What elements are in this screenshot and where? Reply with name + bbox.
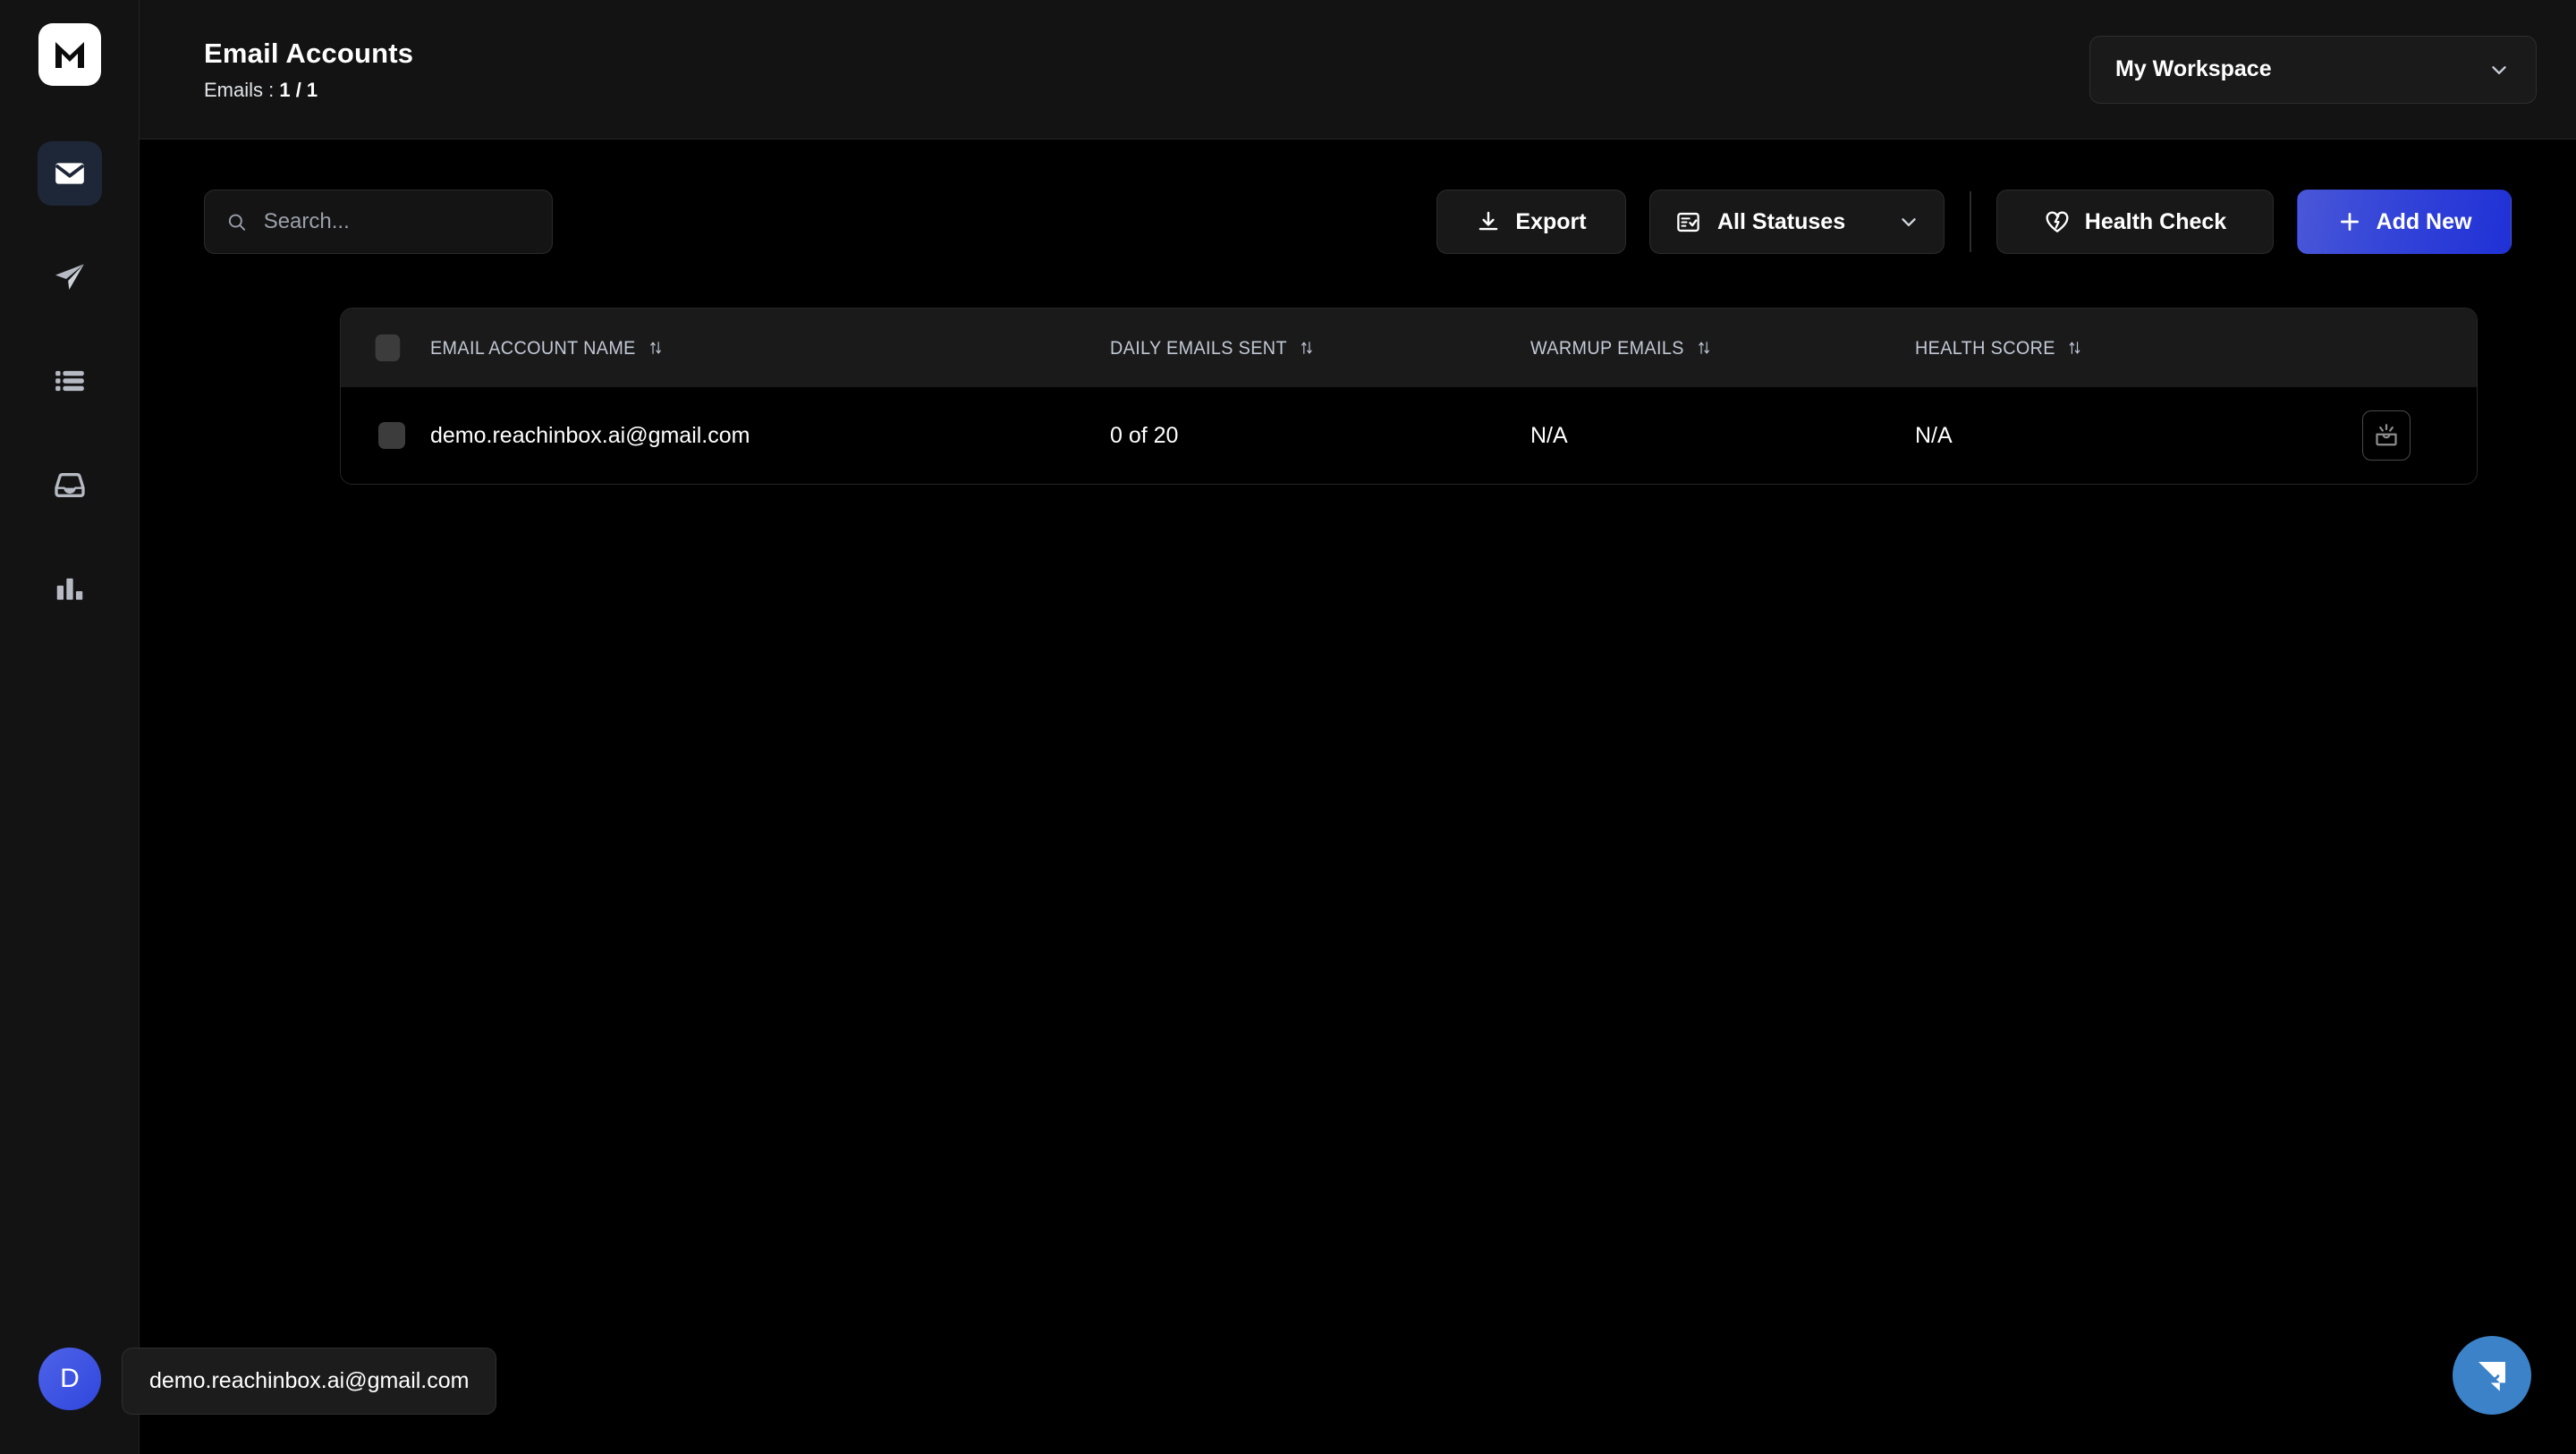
sort-arrows-icon xyxy=(650,342,661,354)
cell-warmup-status xyxy=(2362,387,2477,484)
logo-m-icon xyxy=(55,42,84,68)
add-new-label: Add New xyxy=(2376,208,2472,234)
table-row[interactable]: demo.reachinbox.ai@gmail.com 0 of 20 N/A… xyxy=(341,387,2477,484)
cell-health-score: N/A xyxy=(1915,422,1953,448)
account-tooltip-text: demo.reachinbox.ai@gmail.com xyxy=(149,1368,470,1393)
emails-count-label: Emails : xyxy=(204,78,280,101)
cell-warmup-emails: N/A xyxy=(1530,422,1568,448)
email-accounts-table: EMAIL ACCOUNT NAME DAILY EMAILS SENT WAR… xyxy=(340,308,2478,485)
inbox-icon xyxy=(54,472,85,497)
table-head: EMAIL ACCOUNT NAME DAILY EMAILS SENT WAR… xyxy=(341,309,2477,387)
sidebar-item-campaigns[interactable] xyxy=(38,245,102,309)
sort-arrows-icon xyxy=(1301,342,1312,354)
cell-email-account-name: demo.reachinbox.ai@gmail.com xyxy=(430,422,750,448)
search-box[interactable] xyxy=(204,190,553,254)
workspace-label: My Workspace xyxy=(2115,56,2272,81)
health-check-label: Health Check xyxy=(2084,208,2227,234)
header-warmup-status xyxy=(2362,309,2477,387)
header-warmup-emails[interactable]: WARMUP EMAILS xyxy=(1530,309,1885,387)
plus-icon xyxy=(2340,213,2359,231)
toolbar: Export All Statuses xyxy=(140,139,2576,254)
status-filter-content: All Statuses xyxy=(1675,209,1845,235)
avatar-initial: D xyxy=(60,1364,80,1393)
header-daily-emails-sent-cell[interactable]: DAILY EMAILS SENT xyxy=(1110,337,1496,359)
emails-count-value: 1 / 1 xyxy=(279,78,318,101)
header-health-score-label: HEALTH SCORE xyxy=(1915,336,2055,359)
header-daily-emails-sent[interactable]: DAILY EMAILS SENT xyxy=(1110,309,1496,387)
list-check-icon xyxy=(1677,212,1699,232)
sidebar-item-email-accounts[interactable] xyxy=(37,141,102,206)
sidebar: D xyxy=(0,0,140,1454)
heart-pulse-icon xyxy=(2046,211,2069,232)
accounts-table: EMAIL ACCOUNT NAME DAILY EMAILS SENT WAR… xyxy=(341,309,2477,484)
sort-arrows-icon xyxy=(1699,342,1709,354)
app-logo[interactable] xyxy=(38,23,101,86)
sort-arrows-icon xyxy=(2070,342,2080,354)
header-warmup-emails-cell[interactable]: WARMUP EMAILS xyxy=(1530,337,1885,359)
account-tooltip: demo.reachinbox.ai@gmail.com xyxy=(122,1348,497,1415)
inbox-warmup-icon xyxy=(2376,424,2397,446)
chevron-down-icon xyxy=(2492,65,2506,74)
header-health-score-cell[interactable]: HEALTH SCORE xyxy=(1915,337,2326,359)
page-header: Email Accounts Emails : 1 / 1 My Workspa… xyxy=(140,0,2576,139)
list-icon xyxy=(55,370,84,392)
paper-plane-icon xyxy=(55,264,84,290)
mail-icon xyxy=(55,163,84,184)
sidebar-nav xyxy=(37,141,102,621)
header-select-all xyxy=(341,309,423,387)
health-check-button[interactable]: Health Check xyxy=(1996,190,2274,254)
header-warmup-emails-label: WARMUP EMAILS xyxy=(1530,336,1684,359)
add-new-button[interactable]: Add New xyxy=(2297,190,2512,254)
workspace-selector[interactable]: My Workspace xyxy=(2089,35,2537,104)
sidebar-item-analytics[interactable] xyxy=(38,556,102,621)
header-health-score[interactable]: HEALTH SCORE xyxy=(1915,309,2326,387)
page-title: Email Accounts xyxy=(204,37,414,69)
intercom-chat-icon xyxy=(2479,1362,2505,1391)
sidebar-item-lists[interactable] xyxy=(38,349,102,413)
header-email-account-name[interactable]: EMAIL ACCOUNT NAME xyxy=(430,309,1055,387)
export-button[interactable]: Export xyxy=(1436,190,1626,254)
header-email-account-name-label: EMAIL ACCOUNT NAME xyxy=(430,336,636,359)
row-checkbox[interactable] xyxy=(378,422,405,449)
status-filter-dropdown[interactable]: All Statuses xyxy=(1649,190,1945,254)
chevron-down-icon xyxy=(1902,218,1916,226)
select-all-checkbox[interactable] xyxy=(375,334,401,361)
header-daily-emails-sent-label: DAILY EMAILS SENT xyxy=(1110,336,1287,359)
header-title-block: Email Accounts Emails : 1 / 1 xyxy=(204,38,413,102)
table-body: demo.reachinbox.ai@gmail.com 0 of 20 N/A… xyxy=(341,387,2477,484)
user-avatar[interactable]: D xyxy=(38,1348,101,1410)
search-input[interactable] xyxy=(263,209,530,234)
emails-count: Emails : 1 / 1 xyxy=(204,79,413,102)
sidebar-item-inbox[interactable] xyxy=(38,452,102,517)
table-header-row: EMAIL ACCOUNT NAME DAILY EMAILS SENT WAR… xyxy=(341,309,2477,387)
export-label: Export xyxy=(1515,208,1587,234)
search-icon xyxy=(228,214,246,231)
download-icon xyxy=(1479,211,1498,231)
app-root: D Email Accounts Emails : 1 / 1 My Works… xyxy=(0,0,2576,1454)
toolbar-divider xyxy=(1970,191,1971,252)
bar-chart-icon xyxy=(56,578,82,600)
main-area: Email Accounts Emails : 1 / 1 My Workspa… xyxy=(140,0,2576,1454)
chat-widget-button[interactable] xyxy=(2453,1336,2531,1415)
inbox-warmup-icon-button[interactable] xyxy=(2362,410,2411,461)
status-filter-label: All Statuses xyxy=(1717,208,1846,234)
row-select-cell xyxy=(341,387,430,484)
header-email-account-name-cell[interactable]: EMAIL ACCOUNT NAME xyxy=(430,337,1055,359)
cell-daily-emails-sent: 0 of 20 xyxy=(1110,422,1179,448)
